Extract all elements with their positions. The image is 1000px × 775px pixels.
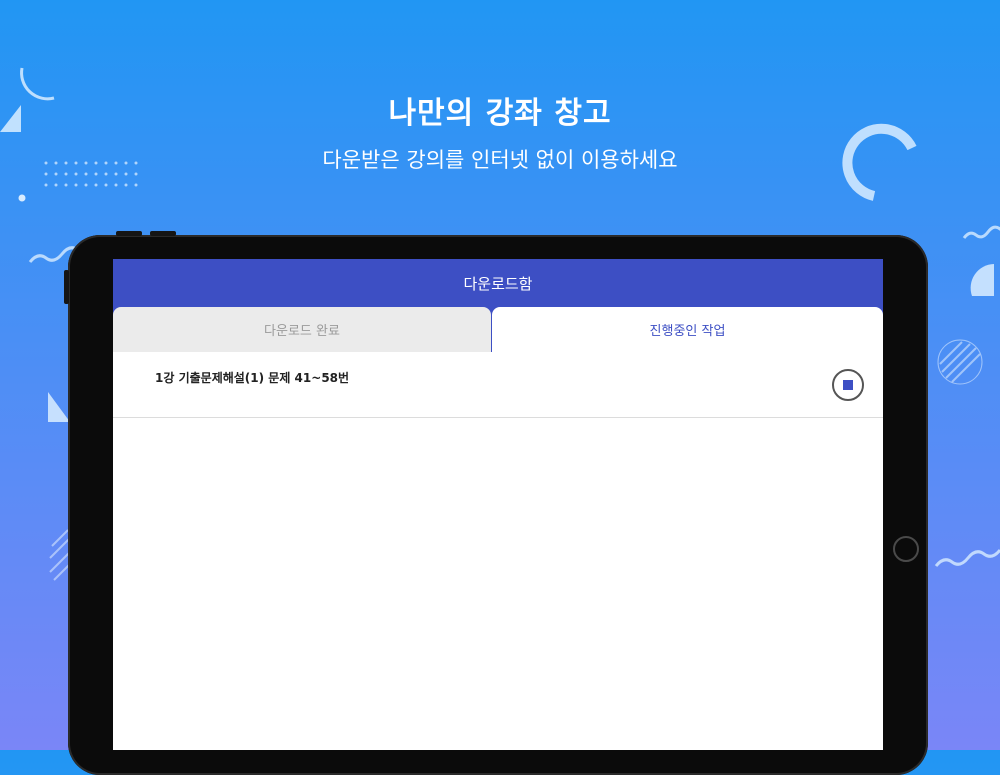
tab-download-complete[interactable]: 다운로드 완료 [113,307,491,352]
volume-button [116,231,142,236]
tab-in-progress[interactable]: 진행중인 작업 [492,307,883,352]
power-button [64,270,69,304]
app-bar: 다운로드함 [113,259,883,307]
tab-bar: 다운로드 완료 진행중인 작업 [113,307,883,352]
stop-icon [843,380,853,390]
volume-button [150,231,176,236]
wave-decoration [934,549,1000,567]
hero-subtitle: 다운받은 강의를 인터넷 없이 이용하세요 [322,148,678,172]
striped-circle-decoration [937,339,983,385]
tab-label: 진행중인 작업 [649,324,726,339]
stop-download-button[interactable] [832,369,864,401]
hero-title: 나만의 강좌 창고 [388,96,612,131]
home-button[interactable] [893,536,919,562]
download-title: 1강 기출문제해설(1) 문제 41~58번 [155,371,350,385]
app-screen: 다운로드함 다운로드 완료 진행중인 작업 1강 기출문제해설(1) 문제 41… [113,259,883,750]
half-circle-decoration [970,264,994,296]
dot-decoration [18,194,26,202]
list-item[interactable]: 1강 기출문제해설(1) 문제 41~58번 [113,352,883,418]
triangle-decoration [48,392,70,422]
tab-label: 다운로드 완료 [264,324,340,339]
app-title: 다운로드함 [463,274,533,293]
wave-decoration [962,225,1000,239]
